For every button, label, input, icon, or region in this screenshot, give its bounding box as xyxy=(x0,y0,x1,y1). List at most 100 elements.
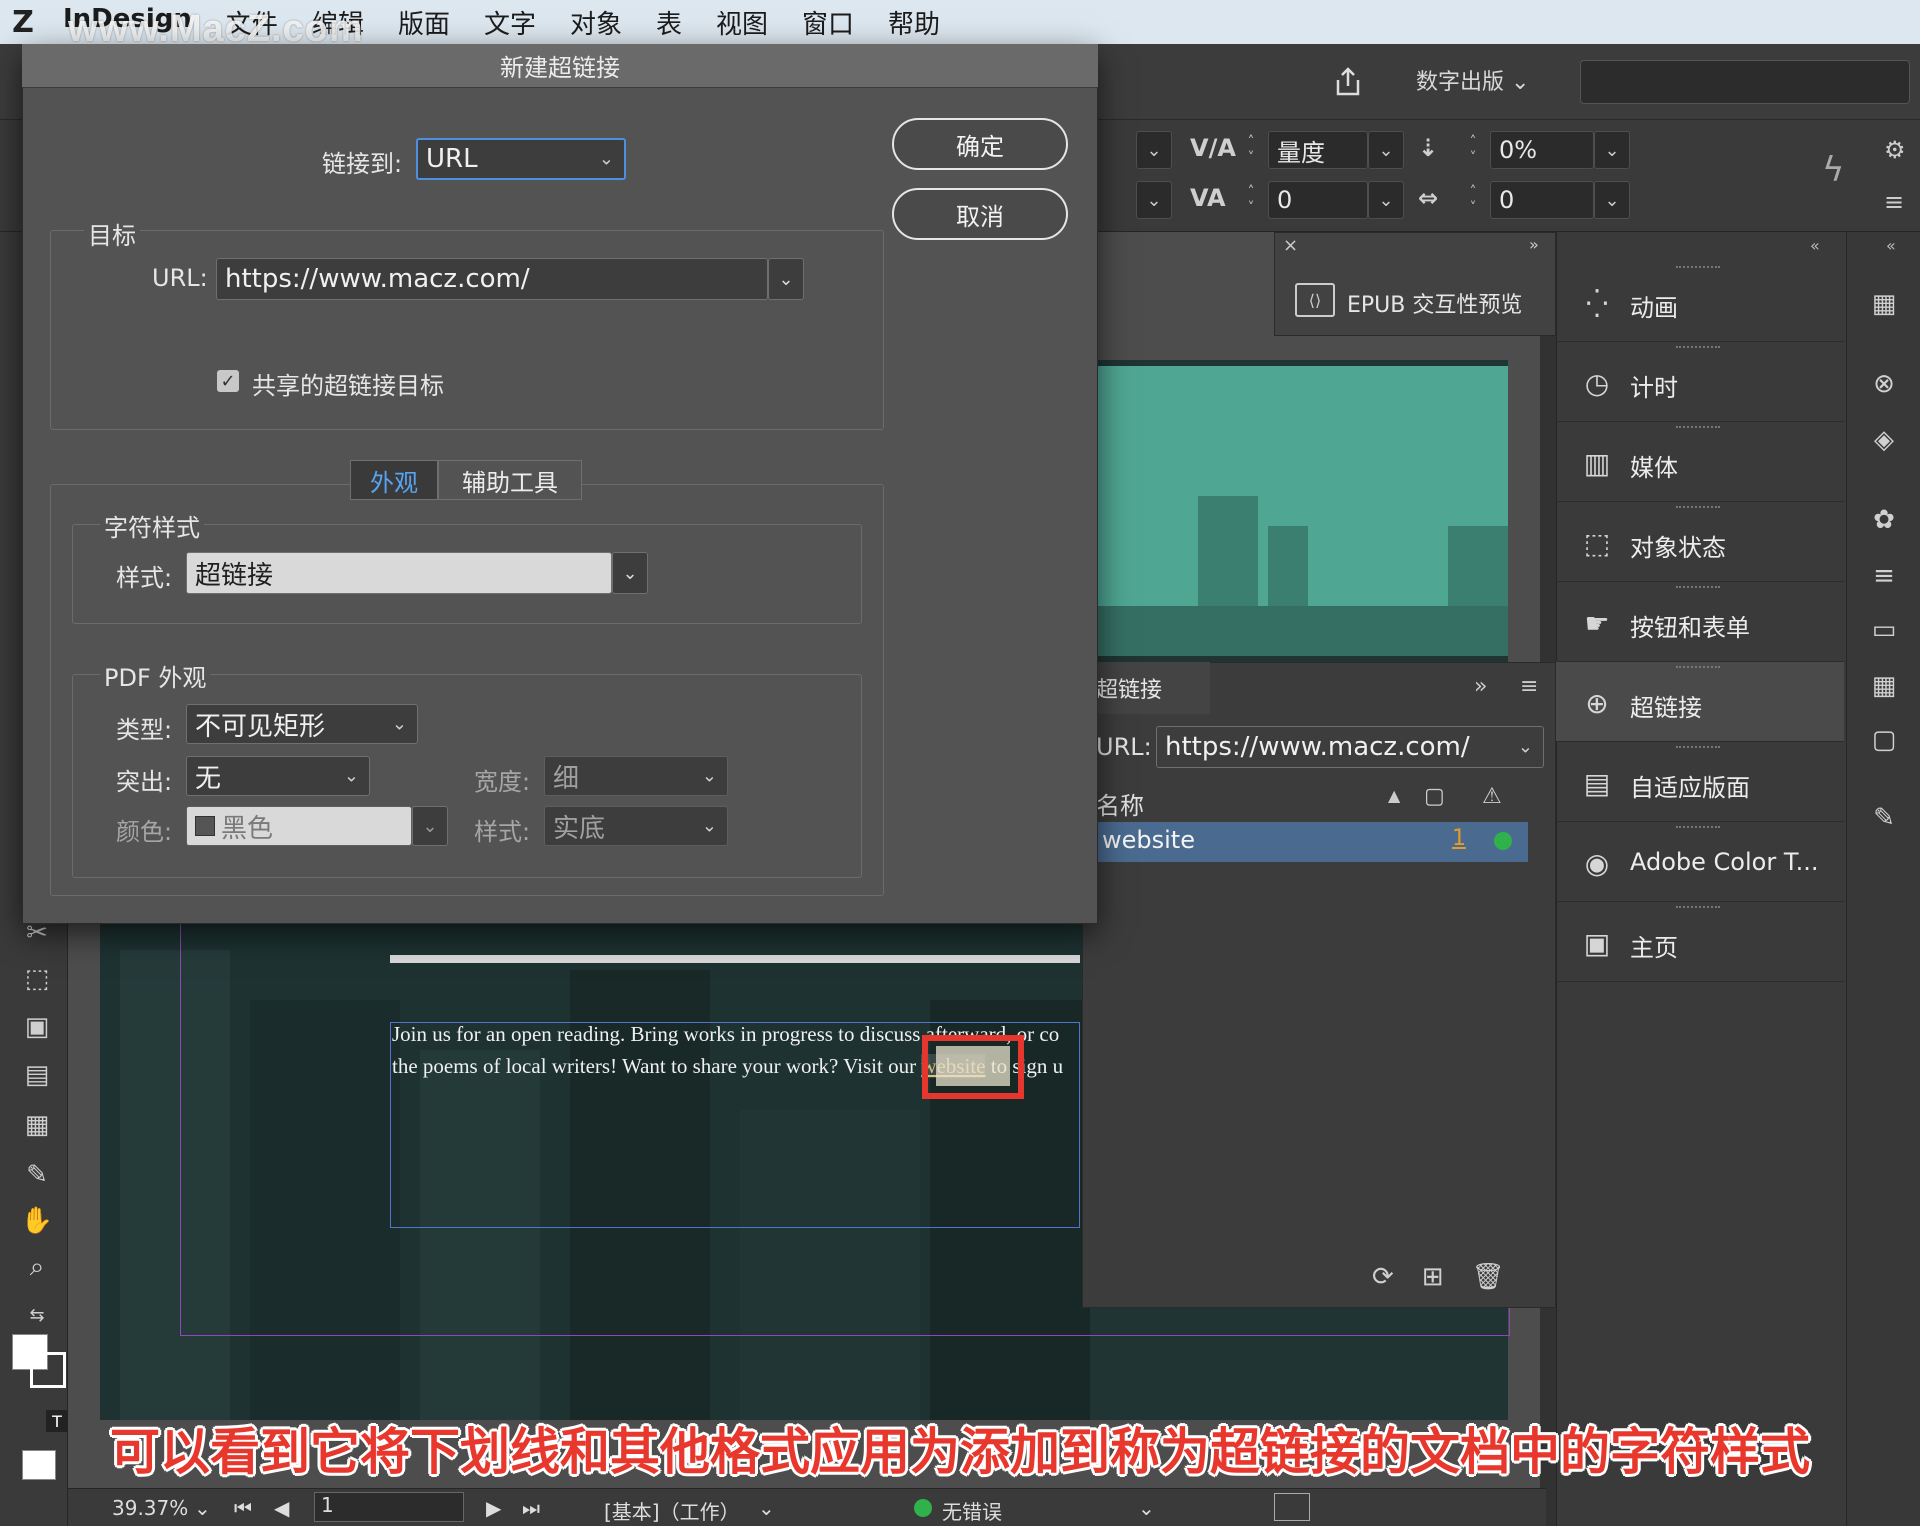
zoom-dropdown-icon[interactable]: ⌄ xyxy=(194,1496,211,1520)
menu-table[interactable]: 表 xyxy=(639,4,699,41)
menu-object[interactable]: 对象 xyxy=(553,4,639,41)
free-transform-icon[interactable]: ⬚ xyxy=(20,962,54,996)
kerning-dropdown[interactable]: ⌄ xyxy=(1368,131,1404,169)
epub-preview-label[interactable]: EPUB 交互性预览 xyxy=(1347,287,1522,319)
panel-menu-icon[interactable]: ≡ xyxy=(1520,674,1538,699)
cancel-button[interactable]: 取消 xyxy=(892,188,1068,240)
links-icon[interactable]: ⊗ xyxy=(1866,366,1902,402)
panel-item-timing[interactable]: ◷ 计时 xyxy=(1556,342,1844,422)
tracking-dropdown[interactable]: ⌄ xyxy=(1368,181,1404,219)
note-icon[interactable]: ▦ xyxy=(20,1108,54,1142)
color-select[interactable]: 黑色 xyxy=(186,806,412,846)
scale-field[interactable]: 0% xyxy=(1490,131,1594,169)
grid-icon[interactable]: ▦ xyxy=(1866,668,1902,704)
first-page-icon[interactable]: ⏮ xyxy=(234,1496,252,1520)
hyperlink-page-link[interactable]: 1 xyxy=(1452,826,1466,851)
tab-appearance[interactable]: 外观 xyxy=(350,460,438,500)
style-select[interactable]: 超链接 xyxy=(186,552,612,594)
panel-item-hyperlinks[interactable]: ⊕ 超链接 xyxy=(1556,662,1844,742)
epub-preview-icon[interactable]: ⟨⟩ xyxy=(1295,283,1335,317)
style-dropdown-button[interactable]: ⌄ xyxy=(612,552,648,594)
menu-window[interactable]: 窗口 xyxy=(785,4,871,41)
panel-item-buttons-forms[interactable]: ☛ 按钮和表单 xyxy=(1556,582,1844,662)
library-icon[interactable]: ▢ xyxy=(1866,722,1902,758)
baseline-field[interactable]: 0 xyxy=(1490,181,1594,219)
next-page-icon[interactable]: ▶ xyxy=(486,1496,501,1520)
new-hyperlink-icon[interactable]: ⊞ xyxy=(1422,1262,1444,1292)
panel-item-animation[interactable]: ⁛ 动画 xyxy=(1556,262,1844,342)
panel-item-master[interactable]: ▣ 主页 xyxy=(1556,902,1844,982)
stroke-icon[interactable]: ≡ xyxy=(1866,558,1902,594)
eyedropper-icon[interactable]: ✎ xyxy=(20,1158,54,1192)
highlight-select[interactable]: 无 ⌄ xyxy=(186,756,370,796)
profile-dropdown-icon[interactable]: ⌄ xyxy=(758,1496,775,1520)
tab-hyperlinks[interactable]: 超链接 xyxy=(1082,662,1210,714)
chevron-down-icon[interactable]: ⌄ xyxy=(1518,737,1533,758)
link-to-select[interactable]: URL ⌄ xyxy=(416,138,626,180)
hyperlink-name[interactable]: website xyxy=(1102,826,1195,854)
edit-icon[interactable]: ✎ xyxy=(1866,800,1902,836)
preflight-status[interactable]: 无错误 xyxy=(942,1496,1002,1525)
leading-dropdown[interactable]: ⌄ xyxy=(1136,131,1172,169)
menu-layout[interactable]: 版面 xyxy=(381,4,467,41)
collapse-dock-icon[interactable]: « xyxy=(1810,236,1820,255)
ok-button[interactable]: 确定 xyxy=(892,118,1068,170)
panel-menu-icon[interactable]: ≡ xyxy=(1884,188,1904,216)
text-formatting-icon[interactable]: T xyxy=(46,1410,68,1432)
size-dropdown[interactable]: ⌄ xyxy=(1136,181,1172,219)
collapse-icon-dock-icon[interactable]: « xyxy=(1886,236,1896,255)
panel-item-object-states[interactable]: ⬚ 对象状态 xyxy=(1556,502,1844,582)
close-icon[interactable]: × xyxy=(1283,235,1298,256)
hyperlink-url-field[interactable]: https://www.macz.com/ ⌄ xyxy=(1156,726,1544,768)
panel-item-media[interactable]: ▥ 媒体 xyxy=(1556,422,1844,502)
gradient-swatch-icon[interactable]: ▣ xyxy=(20,1010,54,1044)
kerning-stepper[interactable]: ˄ ˅ xyxy=(1240,131,1262,169)
tracking-field[interactable]: 0 xyxy=(1268,181,1368,219)
gradient-icon[interactable]: ▭ xyxy=(1866,612,1902,648)
tab-accessibility[interactable]: 辅助工具 xyxy=(438,460,582,500)
preflight-dropdown-icon[interactable]: ⌄ xyxy=(1138,1496,1155,1520)
scale-stepper[interactable]: ˄ ˅ xyxy=(1462,131,1484,169)
pages-icon[interactable]: ▦ xyxy=(1866,286,1902,322)
refresh-icon[interactable]: ⟳ xyxy=(1372,1262,1394,1292)
search-input[interactable] xyxy=(1580,60,1910,104)
lightning-icon[interactable]: ϟ xyxy=(1822,150,1844,190)
workspace-switcher[interactable]: 数字出版 ⌄ xyxy=(1416,64,1529,96)
zoom-level[interactable]: 39.37% xyxy=(112,1496,188,1520)
column-name-header[interactable]: 名称 xyxy=(1096,786,1144,821)
cover-image[interactable] xyxy=(1098,366,1508,656)
swap-colors-icon[interactable]: ⇆ xyxy=(20,1298,54,1332)
zoom-icon[interactable]: ⌕ xyxy=(20,1250,54,1284)
layers-icon[interactable]: ◈ xyxy=(1866,422,1902,458)
panel-item-adobe-color[interactable]: ◉ Adobe Color T... xyxy=(1556,822,1844,902)
tracking-stepper[interactable]: ˄ ˅ xyxy=(1240,181,1262,219)
color-dropdown-button[interactable]: ⌄ xyxy=(412,806,448,846)
baseline-dropdown[interactable]: ⌄ xyxy=(1594,181,1630,219)
scale-dropdown[interactable]: ⌄ xyxy=(1594,131,1630,169)
prev-page-icon[interactable]: ◀ xyxy=(274,1496,289,1520)
expand-icon[interactable]: » xyxy=(1474,674,1487,699)
gradient-feather-icon[interactable]: ▤ xyxy=(20,1058,54,1092)
line-style-select[interactable]: 实底 ⌄ xyxy=(544,806,728,846)
collapse-icon[interactable]: » xyxy=(1529,235,1539,254)
shared-destination-checkbox[interactable]: ✓ xyxy=(217,370,239,392)
view-mode-icon[interactable] xyxy=(22,1450,56,1480)
last-page-icon[interactable]: ⏭ xyxy=(522,1496,540,1520)
split-view-icon[interactable] xyxy=(1274,1493,1310,1521)
panel-item-liquid-layout[interactable]: ▤ 自适应版面 xyxy=(1556,742,1844,822)
kerning-field[interactable]: 量度 xyxy=(1268,131,1368,169)
trash-icon[interactable]: 🗑 xyxy=(1472,1262,1505,1292)
swatches-icon[interactable]: ✿ xyxy=(1866,502,1902,538)
page-number-field[interactable]: 1 xyxy=(314,1492,464,1522)
stroke-swatch[interactable] xyxy=(30,1352,66,1388)
width-select[interactable]: 细 ⌄ xyxy=(544,756,728,796)
sort-icon[interactable]: ▲ xyxy=(1388,786,1400,805)
preflight-profile[interactable]: [基本]（工作） xyxy=(604,1496,740,1525)
menu-help[interactable]: 帮助 xyxy=(871,4,957,41)
url-dropdown-button[interactable]: ⌄ xyxy=(768,258,804,300)
menu-type[interactable]: 文字 xyxy=(467,4,553,41)
url-input[interactable]: https://www.macz.com/ xyxy=(216,258,768,300)
baseline-stepper[interactable]: ˄ ˅ xyxy=(1462,181,1484,219)
gear-icon[interactable]: ⚙ xyxy=(1884,136,1906,164)
hand-icon[interactable]: ✋ xyxy=(20,1204,54,1238)
